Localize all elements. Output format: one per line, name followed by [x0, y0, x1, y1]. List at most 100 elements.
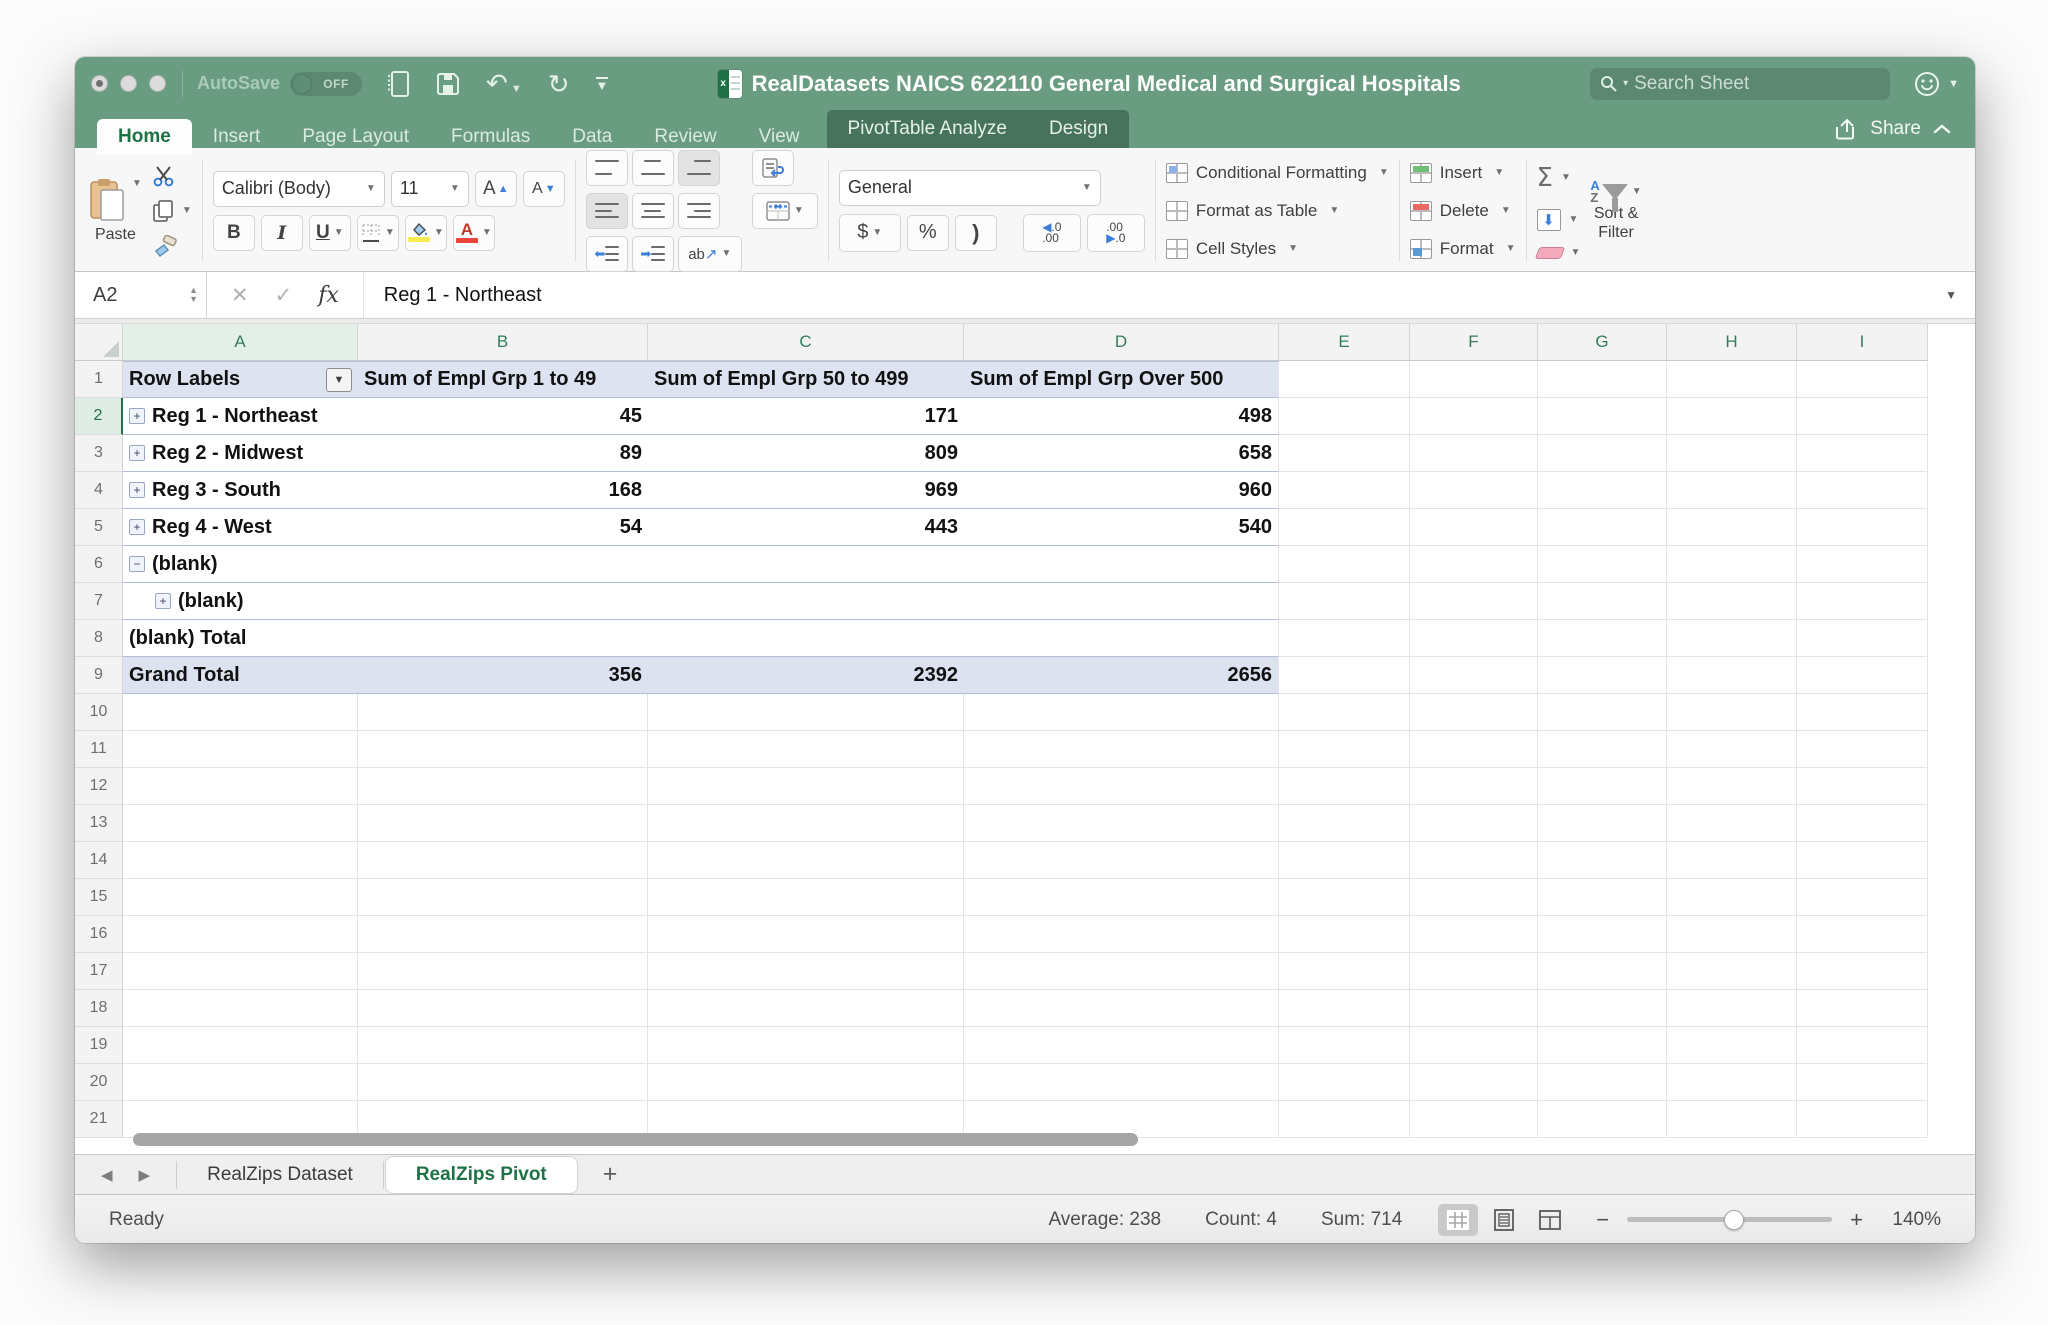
cell-I6[interactable]	[1797, 546, 1928, 583]
ribbon-tab-data[interactable]: Data	[551, 119, 633, 155]
cell-H1[interactable]	[1667, 361, 1797, 398]
decrease-font-button[interactable]: A▼	[523, 171, 565, 207]
insert-cells-button[interactable]: Insert▼	[1410, 163, 1516, 183]
cell-A16[interactable]	[123, 916, 358, 953]
cell-D11[interactable]	[964, 731, 1279, 768]
collapse-ribbon-icon[interactable]	[1933, 124, 1951, 134]
cell-G19[interactable]	[1538, 1027, 1667, 1064]
cell-A18[interactable]	[123, 990, 358, 1027]
row-header-13[interactable]: 13	[75, 805, 123, 842]
cell-C10[interactable]	[648, 694, 964, 731]
cell-D18[interactable]	[964, 990, 1279, 1027]
expand-button-row-4[interactable]: +	[129, 482, 145, 498]
align-right-button[interactable]	[678, 193, 720, 229]
cell-I11[interactable]	[1797, 731, 1928, 768]
cell-F19[interactable]	[1410, 1027, 1538, 1064]
name-box-stepper[interactable]: ▲▼	[189, 286, 198, 304]
cell-D20[interactable]	[964, 1064, 1279, 1101]
cell-F3[interactable]	[1410, 435, 1538, 472]
cell-H4[interactable]	[1667, 472, 1797, 509]
column-header-I[interactable]: I	[1797, 324, 1928, 361]
cell-B11[interactable]	[358, 731, 648, 768]
copy-button[interactable]: ▼	[152, 199, 192, 223]
cell-F13[interactable]	[1410, 805, 1538, 842]
autosum-button[interactable]: Σ▼	[1537, 163, 1581, 193]
cell-A1[interactable]: Row Labels▼	[123, 361, 358, 398]
column-header-H[interactable]: H	[1667, 324, 1797, 361]
row-header-16[interactable]: 16	[75, 916, 123, 953]
ribbon-tab-home[interactable]: Home	[97, 119, 192, 155]
ribbon-tab-formulas[interactable]: Formulas	[430, 119, 551, 155]
cell-H12[interactable]	[1667, 768, 1797, 805]
cell-I16[interactable]	[1797, 916, 1928, 953]
cell-A3[interactable]: +Reg 2 - Midwest	[123, 435, 358, 472]
zoom-out-button[interactable]: −	[1596, 1207, 1609, 1233]
zoom-slider[interactable]	[1627, 1217, 1832, 1222]
cell-F14[interactable]	[1410, 842, 1538, 879]
cell-B10[interactable]	[358, 694, 648, 731]
cell-B13[interactable]	[358, 805, 648, 842]
merge-center-button[interactable]: ▼	[752, 193, 818, 229]
cell-C19[interactable]	[648, 1027, 964, 1064]
cell-B3[interactable]: 89	[358, 435, 648, 472]
column-header-F[interactable]: F	[1410, 324, 1538, 361]
column-header-D[interactable]: D	[964, 324, 1279, 361]
cell-I10[interactable]	[1797, 694, 1928, 731]
cell-G18[interactable]	[1538, 990, 1667, 1027]
increase-indent-button[interactable]: ➡	[632, 236, 674, 272]
cell-E15[interactable]	[1279, 879, 1410, 916]
cell-A12[interactable]	[123, 768, 358, 805]
next-sheet-button[interactable]: ▶	[139, 1166, 151, 1184]
search-sheet-field[interactable]: ▾ Search Sheet	[1590, 68, 1890, 100]
cell-I8[interactable]	[1797, 620, 1928, 657]
zoom-slider-thumb[interactable]	[1724, 1210, 1744, 1230]
cell-G7[interactable]	[1538, 583, 1667, 620]
cell-E18[interactable]	[1279, 990, 1410, 1027]
cell-F6[interactable]	[1410, 546, 1538, 583]
cell-D3[interactable]: 658	[964, 435, 1279, 472]
minimize-button[interactable]	[120, 75, 137, 92]
cell-A11[interactable]	[123, 731, 358, 768]
cell-F21[interactable]	[1410, 1101, 1538, 1138]
cell-F5[interactable]	[1410, 509, 1538, 546]
cell-A10[interactable]	[123, 694, 358, 731]
cell-I4[interactable]	[1797, 472, 1928, 509]
expand-button-row-3[interactable]: +	[129, 445, 145, 461]
cell-G16[interactable]	[1538, 916, 1667, 953]
cell-F12[interactable]	[1410, 768, 1538, 805]
cell-C3[interactable]: 809	[648, 435, 964, 472]
cell-E21[interactable]	[1279, 1101, 1410, 1138]
cell-A8[interactable]: (blank) Total	[123, 620, 358, 657]
underline-dropdown-arrow[interactable]: ▼	[334, 227, 344, 238]
decrease-decimal-button[interactable]: .00▶.0	[1087, 214, 1145, 252]
insert-function-button[interactable]: fx	[318, 283, 339, 308]
redo-button[interactable]: ↻	[548, 71, 570, 97]
save-button[interactable]	[436, 72, 460, 96]
row-header-1[interactable]: 1	[75, 361, 123, 398]
cell-A4[interactable]: +Reg 3 - South	[123, 472, 358, 509]
cell-F17[interactable]	[1410, 953, 1538, 990]
column-header-C[interactable]: C	[648, 324, 964, 361]
cell-C5[interactable]: 443	[648, 509, 964, 546]
format-cells-button[interactable]: Format▼	[1410, 239, 1516, 259]
cell-E7[interactable]	[1279, 583, 1410, 620]
normal-view-button[interactable]	[1438, 1204, 1478, 1236]
cell-I5[interactable]	[1797, 509, 1928, 546]
cell-B4[interactable]: 168	[358, 472, 648, 509]
cell-B7[interactable]	[358, 583, 648, 620]
cell-H13[interactable]	[1667, 805, 1797, 842]
new-workbook-button[interactable]	[388, 71, 410, 97]
cell-G6[interactable]	[1538, 546, 1667, 583]
cell-C17[interactable]	[648, 953, 964, 990]
cell-H5[interactable]	[1667, 509, 1797, 546]
column-header-G[interactable]: G	[1538, 324, 1667, 361]
cell-G4[interactable]	[1538, 472, 1667, 509]
font-size-select[interactable]: 11▼	[391, 171, 469, 207]
cell-E11[interactable]	[1279, 731, 1410, 768]
currency-button[interactable]: $▼	[839, 214, 901, 252]
row-header-12[interactable]: 12	[75, 768, 123, 805]
row-header-6[interactable]: 6	[75, 546, 123, 583]
cell-F18[interactable]	[1410, 990, 1538, 1027]
cell-E6[interactable]	[1279, 546, 1410, 583]
cell-C20[interactable]	[648, 1064, 964, 1101]
